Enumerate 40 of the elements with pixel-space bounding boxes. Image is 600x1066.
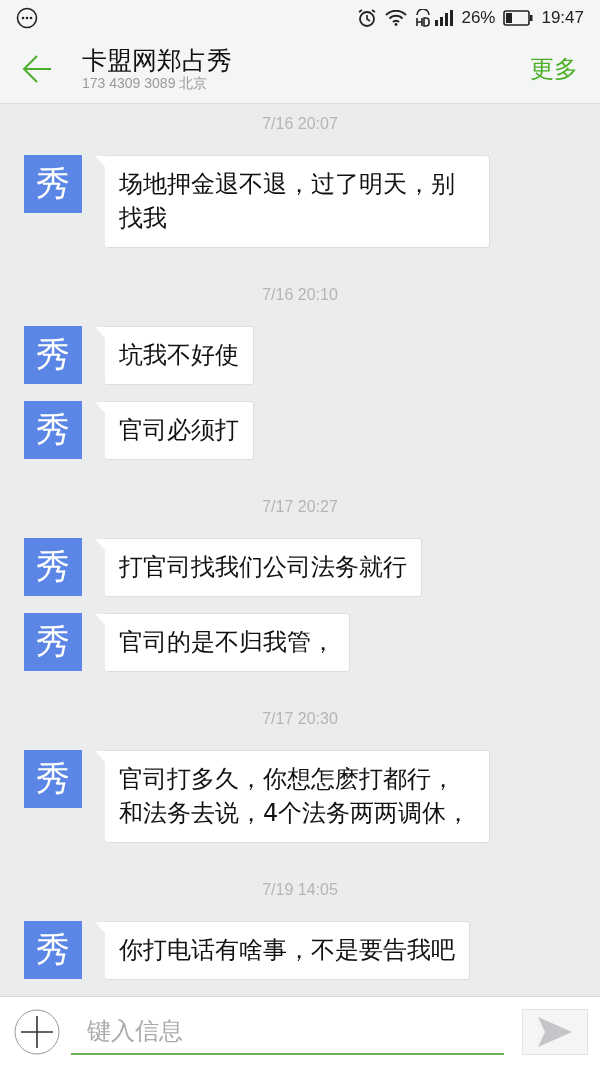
contact-avatar: 秀 xyxy=(24,613,82,671)
message-bubble: 场地押金退不退，过了明天，别找我 xyxy=(105,155,490,248)
signal-icon xyxy=(415,8,454,27)
timestamp: 7/19 14:05 xyxy=(262,881,338,899)
clock-time: 19:47 xyxy=(541,7,584,28)
send-icon xyxy=(537,1015,573,1048)
timestamp: 7/16 20:10 xyxy=(262,286,338,304)
timestamp: 7/17 20:27 xyxy=(262,498,338,516)
contact-number: 173 4309 3089 北京 xyxy=(82,75,209,91)
add-icon[interactable] xyxy=(13,1007,61,1056)
message-bubble: 官司打多久，你想怎麽打都行，和法务去说，4个法务两两调休， xyxy=(105,750,490,843)
contact-avatar: 秀 xyxy=(24,921,82,979)
message-bubble: 官司必须打 xyxy=(105,401,254,460)
message-bubble: 坑我不好使 xyxy=(105,326,254,385)
alarm-icon xyxy=(357,7,378,28)
contact-avatar: 秀 xyxy=(24,155,82,213)
bubble-tail xyxy=(95,539,105,550)
send-button[interactable] xyxy=(522,1008,588,1055)
bubble-tail xyxy=(95,614,105,625)
bubble-tail xyxy=(95,327,105,338)
message-bubble: 官司的是不归我管， xyxy=(105,613,350,672)
battery-percent: 26% xyxy=(461,7,496,28)
bubble-tail xyxy=(95,922,105,933)
bubble-tail xyxy=(95,751,105,762)
battery-icon xyxy=(503,9,534,26)
message-bubble: 打官司找我们公司法务就行 xyxy=(105,538,422,597)
bubble-tail xyxy=(95,156,105,167)
contact-avatar: 秀 xyxy=(24,750,82,808)
contact-avatar: 秀 xyxy=(24,326,82,384)
timestamp: 7/16 20:07 xyxy=(262,115,338,133)
wifi-icon xyxy=(385,9,408,26)
contact-avatar: 秀 xyxy=(24,538,82,596)
contact-avatar: 秀 xyxy=(24,401,82,459)
back-icon[interactable] xyxy=(22,54,52,84)
bubble-tail xyxy=(95,402,105,413)
timestamp: 7/17 20:30 xyxy=(262,710,338,728)
contact-name: 卡盟网郑占秀 xyxy=(82,47,233,75)
more-button[interactable]: 更多 xyxy=(530,53,578,85)
more-icon xyxy=(16,6,38,29)
message-bubble: 你打电话有啥事，不是要告我吧 xyxy=(105,921,470,980)
